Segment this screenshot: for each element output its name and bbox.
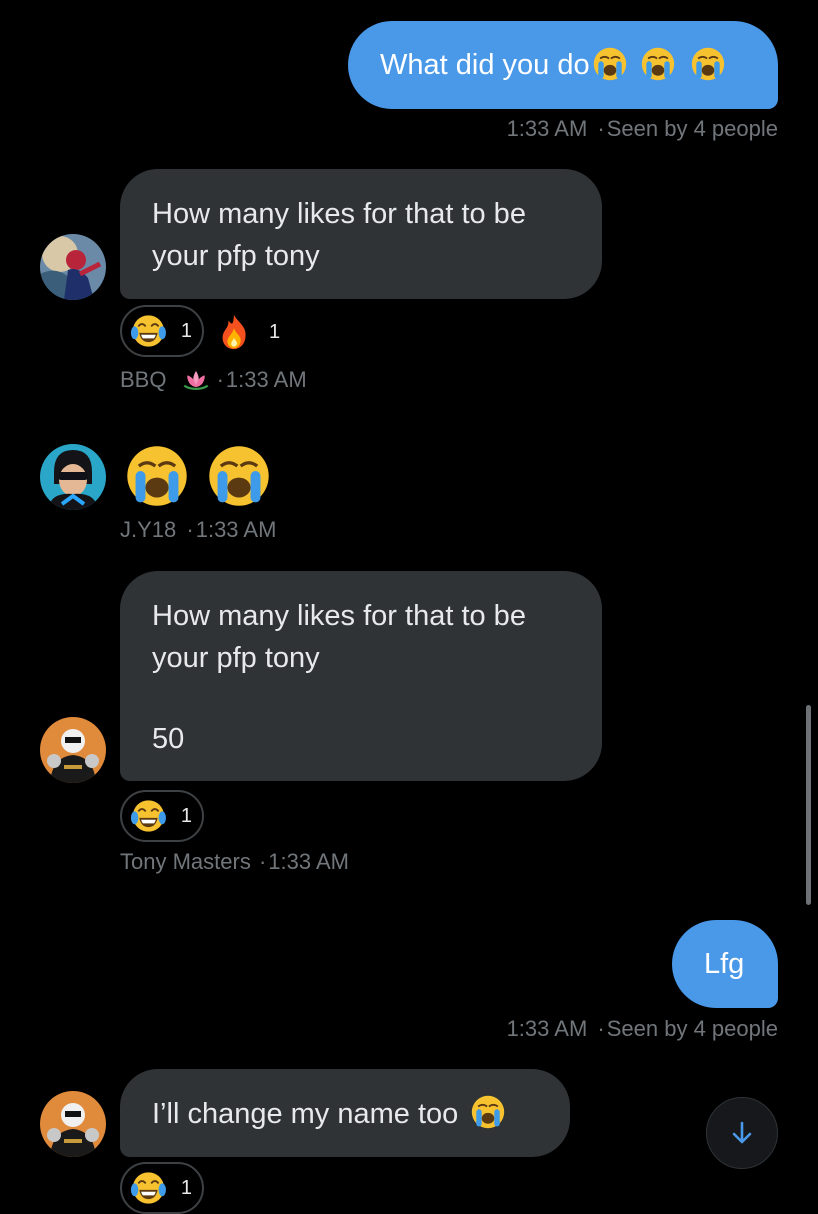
reaction-count: 1 xyxy=(180,1176,192,1199)
message-text: What did you do xyxy=(380,49,590,81)
message-meta: 1:33 AM ·Seen by 4 people xyxy=(507,116,778,142)
loudly-crying-emoji xyxy=(470,1094,506,1130)
incoming-message-bubble[interactable]: How many likes for that to be your pfp t… xyxy=(120,571,602,781)
message-meta: Tony Masters ·1:33 AM xyxy=(120,849,349,875)
message-text-line: How many likes for that to be xyxy=(152,600,526,632)
fire-emoji xyxy=(215,311,253,353)
tears-of-joy-emoji xyxy=(130,311,167,351)
loudly-crying-emoji xyxy=(640,46,676,82)
scroll-to-bottom-button[interactable] xyxy=(706,1097,778,1169)
message-meta: J.Y18 ·1:33 AM xyxy=(120,517,276,543)
message-time: 1:33 AM xyxy=(506,1016,588,1041)
message-meta: BBQ ·1:33 AM xyxy=(120,367,307,393)
incoming-message-bubble[interactable]: How many likes for that to be your pfp t… xyxy=(120,169,602,299)
outgoing-message-bubble[interactable]: Lfg xyxy=(672,920,778,1008)
loudly-crying-emoji xyxy=(206,443,272,509)
sender-name[interactable]: J.Y18 xyxy=(120,517,176,542)
reaction-tears-of-joy[interactable]: 1 xyxy=(120,1162,204,1214)
reaction-tears-of-joy[interactable]: 1 xyxy=(120,790,204,842)
avatar-jy18[interactable] xyxy=(40,444,106,510)
avatar-image xyxy=(40,717,106,783)
seen-status: Seen by 4 people xyxy=(606,1016,778,1041)
separator: · xyxy=(186,517,194,542)
separator: · xyxy=(258,849,267,874)
reaction-count: 1 xyxy=(180,319,192,342)
message-text-line: your pfp tony xyxy=(152,642,320,674)
seen-status: Seen by 4 people xyxy=(606,116,778,141)
message-text: Lfg xyxy=(704,948,745,980)
sender-name[interactable]: Tony Masters xyxy=(120,849,251,874)
loudly-crying-emoji xyxy=(592,46,628,82)
outgoing-message-bubble[interactable]: What did you do xyxy=(348,21,778,109)
incoming-message-bubble[interactable]: I’ll change my name too xyxy=(120,1069,570,1157)
avatar-image xyxy=(40,234,106,300)
tears-of-joy-emoji xyxy=(130,796,167,836)
loudly-crying-emoji xyxy=(124,443,190,509)
message-time: 1:33 AM xyxy=(225,367,307,392)
avatar-tony-masters[interactable] xyxy=(40,1091,106,1157)
avatar-tony-masters[interactable] xyxy=(40,717,106,783)
lotus-emoji xyxy=(181,368,211,390)
avatar-bbq[interactable] xyxy=(40,234,106,300)
message-meta: 1:33 AM ·Seen by 4 people xyxy=(507,1016,778,1042)
sender-name[interactable]: BBQ xyxy=(120,367,166,392)
avatar-image xyxy=(40,444,106,510)
message-time: 1:33 AM xyxy=(268,849,349,874)
avatar-image xyxy=(40,1091,106,1157)
reaction-count: 1 xyxy=(269,320,281,343)
reaction-fire[interactable]: 1 xyxy=(215,311,280,353)
message-text: How many likes for that to be your pfp t… xyxy=(152,198,526,272)
message-text: I’ll change my name too xyxy=(152,1098,459,1130)
tears-of-joy-emoji xyxy=(130,1168,167,1208)
reaction-tears-of-joy[interactable]: 1 xyxy=(120,305,204,357)
reaction-count: 1 xyxy=(180,804,192,827)
separator: · xyxy=(597,1016,605,1041)
separator: · xyxy=(216,367,224,392)
loudly-crying-emoji xyxy=(690,46,726,82)
message-time: 1:33 AM xyxy=(195,517,277,542)
arrow-down-icon xyxy=(732,1121,752,1144)
emoji-only-message[interactable] xyxy=(124,443,272,509)
scrollbar[interactable] xyxy=(806,705,811,905)
message-time: 1:33 AM xyxy=(506,116,588,141)
message-text-line: 50 xyxy=(152,723,185,755)
separator: · xyxy=(597,116,605,141)
